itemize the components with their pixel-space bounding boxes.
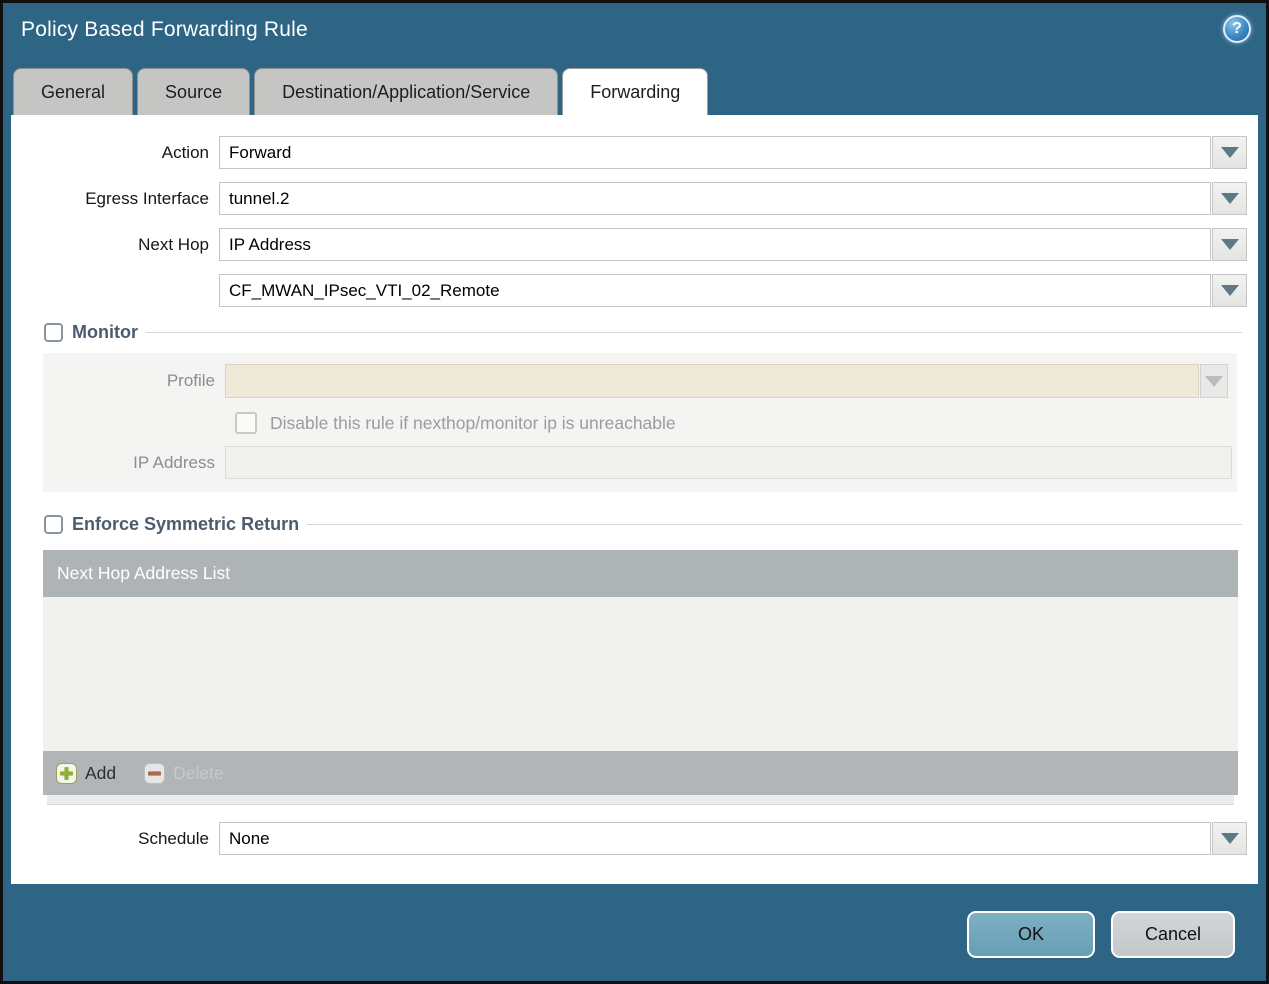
egress-interface-label: Egress Interface <box>85 189 209 208</box>
enforce-symmetric-return-group: Enforce Symmetric Return Next Hop Addres… <box>39 512 1242 805</box>
action-value[interactable]: Forward <box>219 136 1211 169</box>
schedule-label: Schedule <box>138 829 209 848</box>
next-hop-address-list-table: Next Hop Address List Add Delete <box>43 550 1238 805</box>
monitor-group-header: Monitor <box>39 320 1242 344</box>
profile-field <box>225 364 1199 398</box>
chevron-down-icon <box>1220 147 1239 158</box>
monitor-checkbox-wrap <box>39 322 65 342</box>
table-toolbar: Add Delete <box>43 751 1238 795</box>
plus-icon <box>56 762 77 784</box>
tab-forwarding[interactable]: Forwarding <box>562 68 709 115</box>
ok-button[interactable]: OK <box>967 911 1095 958</box>
monitor-ip-field <box>225 446 1232 479</box>
next-hop-row: Next Hop IP Address <box>11 228 1258 261</box>
delete-button: Delete <box>144 762 224 784</box>
monitor-panel: Profile Disable this rule if nexthop/mon… <box>43 353 1237 492</box>
dialog-footer: OK Cancel <box>3 884 1266 958</box>
schedule-dropdown-button[interactable] <box>1212 822 1247 855</box>
next-hop-address-spacer <box>11 274 219 307</box>
schedule-combobox: None <box>219 822 1247 855</box>
monitor-group-title: Monitor <box>65 321 146 343</box>
profile-dropdown-button <box>1200 364 1228 398</box>
action-label: Action <box>161 143 209 162</box>
table-scroll-strip <box>47 795 1234 805</box>
enforce-checkbox-wrap <box>39 514 65 534</box>
tab-destination-application-service[interactable]: Destination/Application/Service <box>254 68 559 115</box>
schedule-value[interactable]: None <box>219 822 1211 855</box>
next-hop-address-value[interactable]: CF_MWAN_IPsec_VTI_02_Remote <box>219 274 1211 307</box>
profile-row: Profile <box>43 364 1237 398</box>
monitor-checkbox[interactable] <box>44 322 63 342</box>
egress-interface-dropdown-button[interactable] <box>1212 182 1247 215</box>
enforce-symmetric-return-checkbox[interactable] <box>44 514 63 534</box>
egress-interface-combobox: tunnel.2 <box>219 182 1247 215</box>
tab-bar: General Source Destination/Application/S… <box>3 68 1266 115</box>
action-row: Action Forward <box>11 136 1258 169</box>
dialog-title: Policy Based Forwarding Rule <box>21 18 308 41</box>
tab-panel-forwarding: Action Forward Egress Interface tunnel.2… <box>11 115 1258 884</box>
disable-rule-checkbox <box>235 412 257 434</box>
next-hop-combobox: IP Address <box>219 228 1247 261</box>
monitor-ip-label: IP Address <box>133 453 215 472</box>
add-button-label: Add <box>85 762 117 783</box>
delete-button-label: Delete <box>173 762 224 783</box>
egress-interface-value[interactable]: tunnel.2 <box>219 182 1211 215</box>
disable-rule-label: Disable this rule if nexthop/monitor ip … <box>270 412 676 433</box>
cancel-button[interactable]: Cancel <box>1111 911 1235 958</box>
next-hop-value[interactable]: IP Address <box>219 228 1211 261</box>
next-hop-label: Next Hop <box>138 235 209 254</box>
add-button[interactable]: Add <box>56 762 117 784</box>
monitor-ip-row: IP Address <box>43 446 1237 480</box>
next-hop-dropdown-button[interactable] <box>1212 228 1247 261</box>
egress-interface-row: Egress Interface tunnel.2 <box>11 182 1258 215</box>
next-hop-address-combobox: CF_MWAN_IPsec_VTI_02_Remote <box>219 274 1247 307</box>
enforce-group-header: Enforce Symmetric Return <box>39 512 1242 536</box>
enforce-group-title: Enforce Symmetric Return <box>65 513 308 535</box>
action-dropdown-button[interactable] <box>1212 136 1247 169</box>
chevron-down-icon <box>1220 239 1239 250</box>
profile-label: Profile <box>166 371 215 390</box>
table-body[interactable] <box>43 597 1238 751</box>
tab-general[interactable]: General <box>13 68 134 115</box>
chevron-down-icon <box>1220 833 1239 844</box>
monitor-group: Monitor Profile Disable this rule if nex… <box>39 320 1242 492</box>
disable-rule-row: Disable this rule if nexthop/monitor ip … <box>235 412 1237 434</box>
table-header-next-hop-address-list[interactable]: Next Hop Address List <box>43 550 1238 597</box>
dialog-titlebar: Policy Based Forwarding Rule ? <box>3 3 1266 68</box>
chevron-down-icon <box>1205 375 1223 387</box>
next-hop-address-row: CF_MWAN_IPsec_VTI_02_Remote <box>11 274 1258 307</box>
tab-source[interactable]: Source <box>137 68 251 115</box>
help-icon[interactable]: ? <box>1223 15 1251 43</box>
minus-icon <box>144 762 166 784</box>
chevron-down-icon <box>1220 285 1239 296</box>
schedule-row: Schedule None <box>11 822 1258 855</box>
chevron-down-icon <box>1220 193 1239 204</box>
action-combobox: Forward <box>219 136 1247 169</box>
next-hop-address-dropdown-button[interactable] <box>1212 274 1247 307</box>
